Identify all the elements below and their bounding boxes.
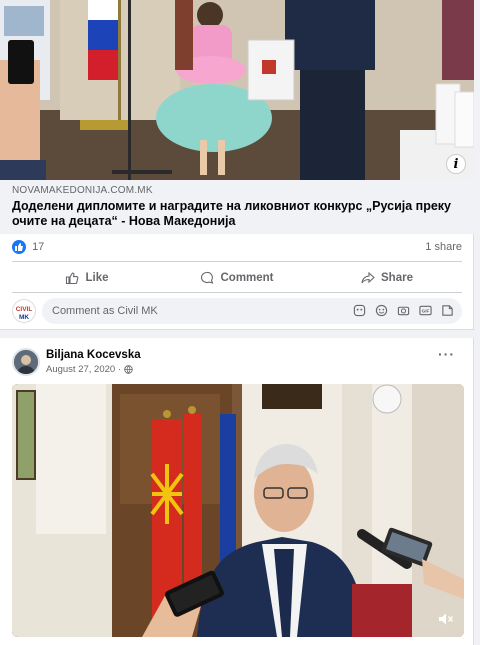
comment-button[interactable]: Comment xyxy=(162,265,312,291)
emoji-icon[interactable] xyxy=(375,304,388,317)
link-title[interactable]: Доделени дипломите и наградите на ликовн… xyxy=(12,199,462,229)
camera-icon[interactable] xyxy=(397,304,410,317)
svg-text:CIVIL: CIVIL xyxy=(16,306,33,313)
more-options-icon[interactable]: ··· xyxy=(438,346,455,362)
shared-link-post: i NOVAMAKEDONIJA.COM.MK Доделени дипломи… xyxy=(0,0,474,330)
link-domain: NOVAMAKEDONIJA.COM.MK xyxy=(12,185,153,196)
award-ceremony-photo xyxy=(0,0,474,180)
share-icon xyxy=(361,271,375,284)
svg-text:GIF: GIF xyxy=(422,309,430,314)
video-post: Biljana Kocevska August 27, 2020 · ··· xyxy=(0,338,474,645)
sticker-icon[interactable] xyxy=(353,304,366,317)
civil-mk-logo: CIVIL MK xyxy=(16,306,33,321)
author-name[interactable]: Biljana Kocevska xyxy=(46,349,141,361)
reaction-summary[interactable]: 17 1 share xyxy=(12,240,462,256)
reaction-count[interactable]: 17 xyxy=(32,241,44,253)
comment-label: Comment xyxy=(220,272,274,284)
share-count[interactable]: 1 share xyxy=(425,241,462,253)
like-button[interactable]: Like xyxy=(12,265,162,291)
globe-icon xyxy=(124,365,133,374)
divider xyxy=(12,261,462,262)
video-player[interactable] xyxy=(12,384,464,637)
like-label: Like xyxy=(85,272,109,284)
video-frame xyxy=(12,384,464,637)
link-preview-text[interactable]: NOVAMAKEDONIJA.COM.MK Доделени дипломите… xyxy=(0,180,474,234)
comment-composer: CIVIL MK Comment as Civil MK GIF xyxy=(12,298,462,324)
comment-icon xyxy=(201,271,214,284)
post-timestamp[interactable]: August 27, 2020 · xyxy=(46,364,133,375)
thumbs-up-icon xyxy=(66,272,79,285)
link-preview-image[interactable]: i xyxy=(0,0,474,180)
mute-icon[interactable] xyxy=(438,612,454,631)
like-reaction-icon xyxy=(12,240,26,254)
comment-tools: GIF xyxy=(353,304,454,317)
share-button[interactable]: Share xyxy=(312,265,462,291)
post-actions: Like Comment Share xyxy=(12,265,462,291)
author-photo xyxy=(14,350,38,374)
author-avatar[interactable] xyxy=(12,348,40,376)
gif-icon[interactable]: GIF xyxy=(419,304,432,317)
share-label: Share xyxy=(381,272,413,284)
post-date: August 27, 2020 · xyxy=(46,364,121,375)
comment-input[interactable]: Comment as Civil MK GIF xyxy=(42,298,462,324)
info-icon[interactable]: i xyxy=(446,154,466,174)
sticker-sheet-icon[interactable] xyxy=(441,304,454,317)
divider xyxy=(12,292,462,293)
comment-placeholder: Comment as Civil MK xyxy=(52,305,158,317)
svg-text:MK: MK xyxy=(19,314,29,321)
commenter-avatar[interactable]: CIVIL MK xyxy=(12,299,36,323)
